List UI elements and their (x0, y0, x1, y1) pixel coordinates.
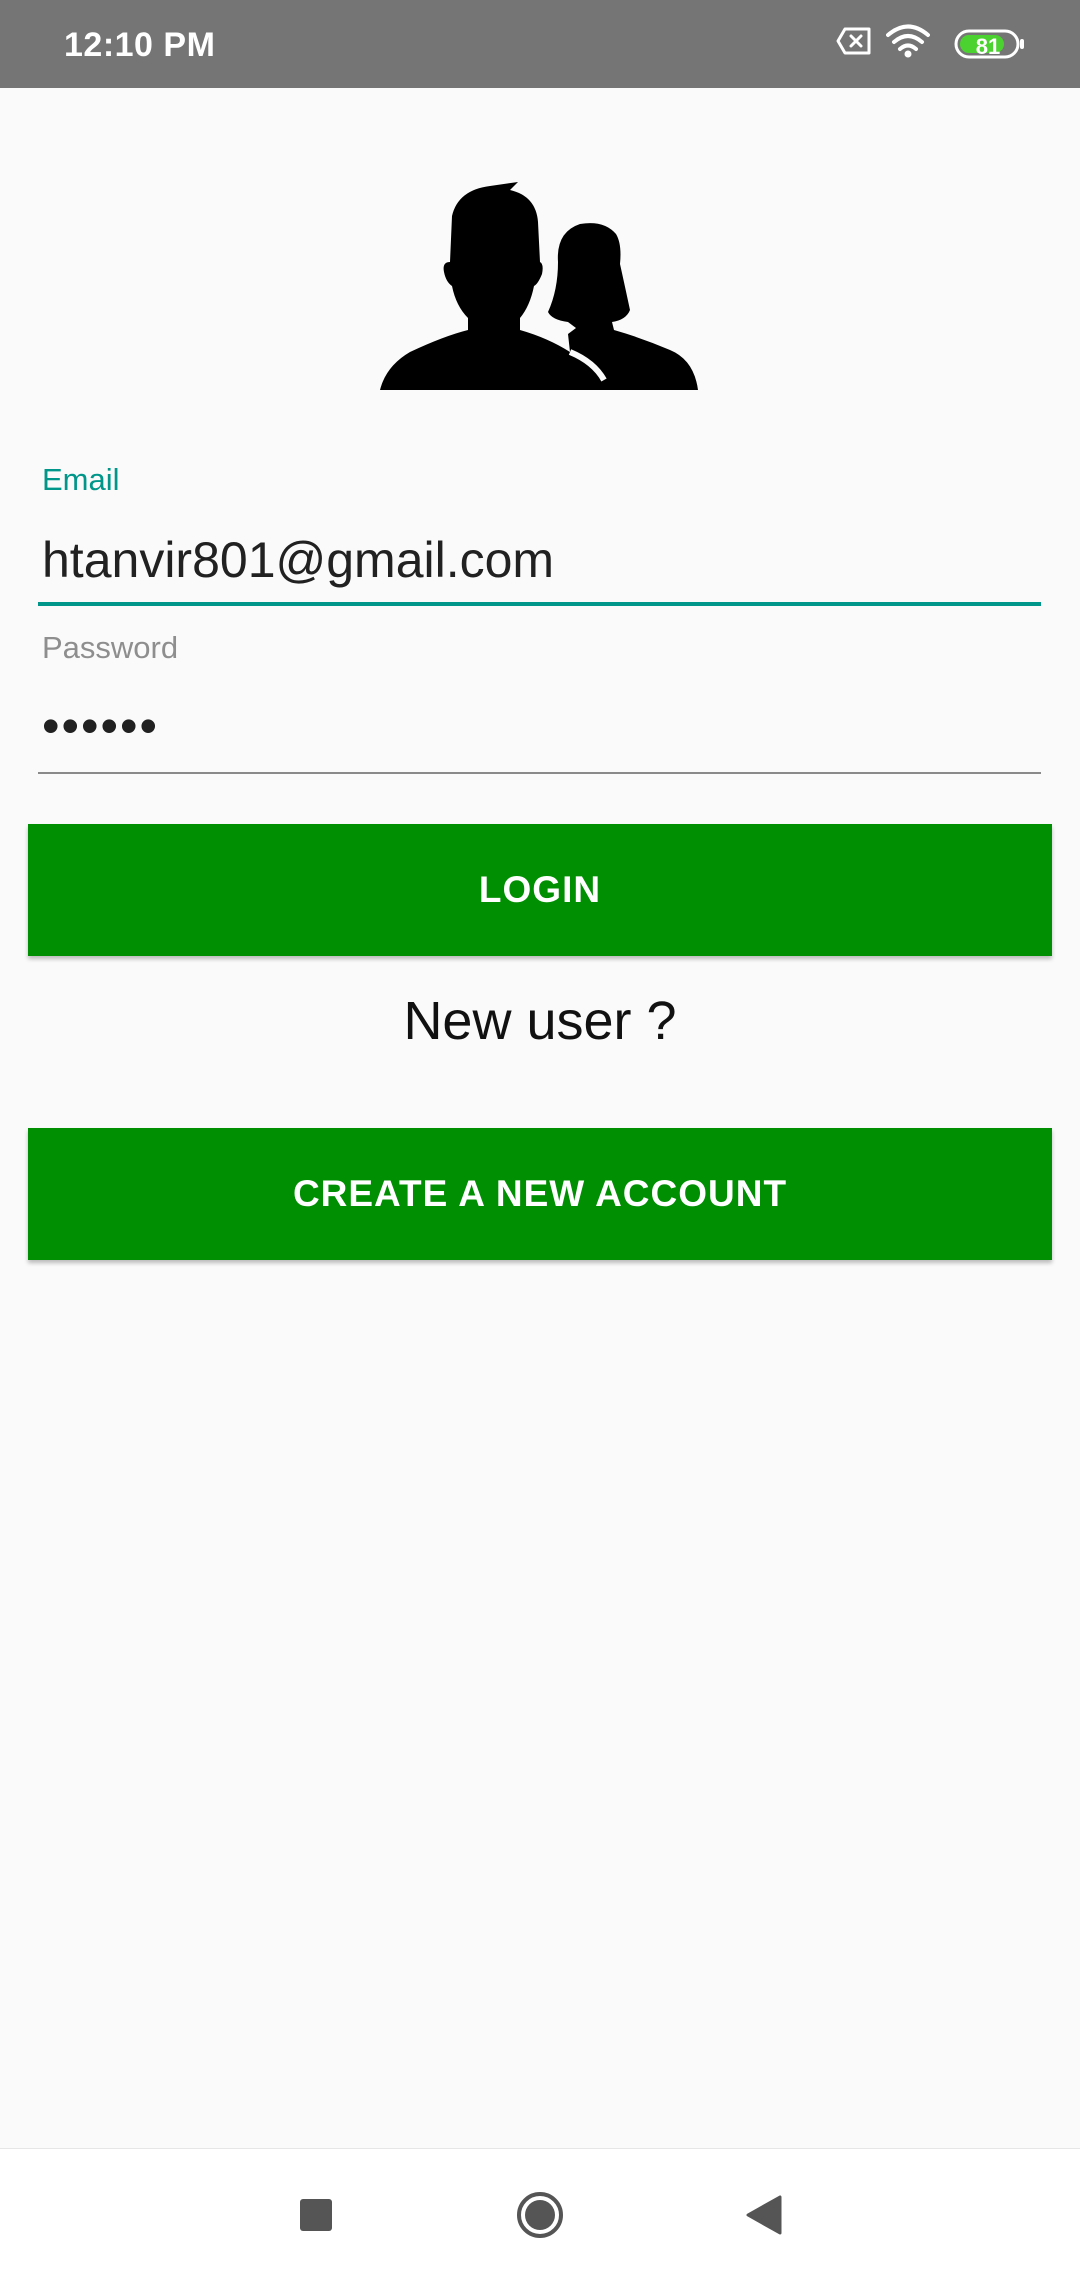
status-time: 12:10 PM (64, 26, 216, 64)
new-user-prompt: New user ? (403, 991, 677, 1051)
battery-level: 81 (975, 34, 1001, 59)
login-button[interactable]: LOGIN (28, 824, 1052, 956)
home-button[interactable] (480, 2149, 600, 2281)
email-underline (38, 602, 1041, 606)
status-bar: 12:10 PM 81 (0, 0, 1080, 88)
create-account-button[interactable]: CREATE A NEW ACCOUNT (28, 1128, 1052, 1260)
email-field[interactable] (42, 528, 1032, 592)
recents-icon (300, 2199, 332, 2231)
password-field[interactable]: •••••• (42, 696, 1032, 756)
navigation-bar (0, 2148, 1080, 2281)
users-icon (380, 182, 698, 390)
password-label: Password (42, 630, 179, 665)
no-sim-icon (836, 27, 871, 55)
wifi-icon (886, 24, 930, 58)
back-button[interactable] (704, 2149, 824, 2281)
password-underline (38, 772, 1041, 774)
status-icons: 81 (836, 24, 1036, 66)
email-label: Email (42, 462, 120, 497)
recents-button[interactable] (256, 2149, 376, 2281)
home-icon (517, 2192, 563, 2238)
back-icon (746, 2195, 782, 2235)
